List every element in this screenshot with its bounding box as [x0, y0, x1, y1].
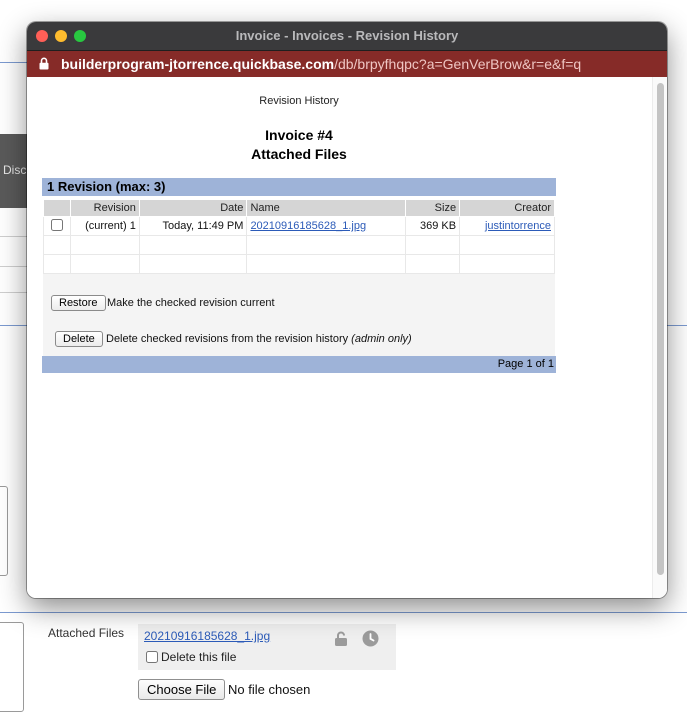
delete-button[interactable]: Delete: [55, 331, 103, 347]
scrollbar-thumb[interactable]: [657, 83, 664, 575]
column-header-creator[interactable]: Creator: [459, 199, 555, 217]
url-domain: builderprogram-jtorrence.quickbase.com: [61, 56, 335, 72]
delete-file-checkbox[interactable]: [146, 651, 158, 663]
delete-file-label: Delete this file: [161, 650, 237, 664]
delete-description-text: Delete checked revisions from the revisi…: [106, 333, 349, 345]
window-content: Revision History Invoice #4 Attached Fil…: [27, 77, 667, 598]
window-titlebar[interactable]: Invoice - Invoices - Revision History: [27, 22, 667, 51]
revision-checkbox[interactable]: [50, 218, 63, 231]
url-path: /db/brpyfhqpc?a=GenVerBrow&r=e&f=q: [334, 56, 582, 72]
empty-table-row: [43, 235, 555, 255]
revision-file-link[interactable]: 20210916185628_1.jpg: [250, 220, 366, 232]
size-cell: 369 KB: [405, 216, 461, 236]
background-divider: [0, 62, 27, 63]
date-cell: Today, 11:49 PM: [138, 216, 248, 236]
attached-files-label: Attached Files: [48, 626, 125, 640]
creator-link[interactable]: justintorrence: [485, 220, 551, 232]
revision-cell: (current) 1: [69, 216, 140, 236]
revisions-table: Revision Date Name Size Creator (current…: [43, 199, 555, 274]
no-file-chosen-text: No file chosen: [228, 682, 311, 697]
empty-table-row: [43, 254, 555, 274]
background-textarea[interactable]: [0, 622, 24, 712]
column-header-date[interactable]: Date: [138, 199, 248, 217]
delete-description: Delete checked revisions from the revisi…: [106, 333, 412, 345]
row-select-cell: [43, 216, 71, 236]
restore-button[interactable]: Restore: [51, 295, 106, 311]
admin-only-note: (admin only): [351, 333, 412, 345]
choose-file-button[interactable]: Choose File: [138, 679, 226, 700]
delete-file-option[interactable]: Delete this file: [146, 650, 236, 664]
restore-description: Make the checked revision current: [107, 297, 275, 309]
secure-lock-icon: [39, 57, 49, 73]
revision-actions: Restore Make the checked revision curren…: [43, 274, 555, 356]
url-text: builderprogram-jtorrence.quickbase.com/d…: [61, 56, 581, 72]
page-info: Page 1 of 1: [497, 358, 554, 370]
pagination-footer: Page 1 of 1: [42, 356, 556, 373]
attached-files-box: 20210916185628_1.jpg Delete this file: [138, 624, 396, 670]
clock-icon[interactable]: [362, 630, 379, 652]
background-row-line: [0, 292, 27, 293]
column-header-size[interactable]: Size: [405, 199, 461, 217]
side-tab[interactable]: Disc: [0, 134, 27, 208]
url-bar[interactable]: builderprogram-jtorrence.quickbase.com/d…: [27, 51, 667, 77]
table-header-row: Revision Date Name Size Creator: [43, 199, 555, 217]
revisions-panel: 1 Revision (max: 3) Revision Date Name S…: [42, 178, 556, 373]
lock-icon[interactable]: [334, 631, 348, 652]
revisions-panel-title: 1 Revision (max: 3): [42, 178, 556, 196]
revision-history-heading: Revision History: [259, 95, 339, 107]
invoice-title: Invoice #4: [265, 127, 333, 143]
background-textarea[interactable]: [0, 486, 8, 576]
side-tab-label: Disc: [3, 163, 27, 177]
select-column-header: [43, 199, 71, 217]
invoice-subtitle: Attached Files: [251, 146, 347, 162]
window-title: Invoice - Invoices - Revision History: [235, 28, 459, 43]
background-divider: [0, 612, 687, 613]
background-row-line: [0, 266, 27, 267]
name-cell: 20210916185628_1.jpg: [246, 216, 407, 236]
vertical-scrollbar[interactable]: [652, 77, 667, 598]
table-row: (current) 1 Today, 11:49 PM 202109161856…: [43, 216, 555, 236]
background-row-line: [0, 236, 27, 237]
invoice-title-block: Invoice #4 Attached Files: [27, 126, 571, 164]
attached-file-link[interactable]: 20210916185628_1.jpg: [144, 629, 270, 643]
creator-cell: justintorrence: [459, 216, 555, 236]
column-header-revision[interactable]: Revision: [69, 199, 140, 217]
column-header-name[interactable]: Name: [246, 199, 407, 217]
revision-history-window: Invoice - Invoices - Revision History bu…: [27, 22, 667, 598]
